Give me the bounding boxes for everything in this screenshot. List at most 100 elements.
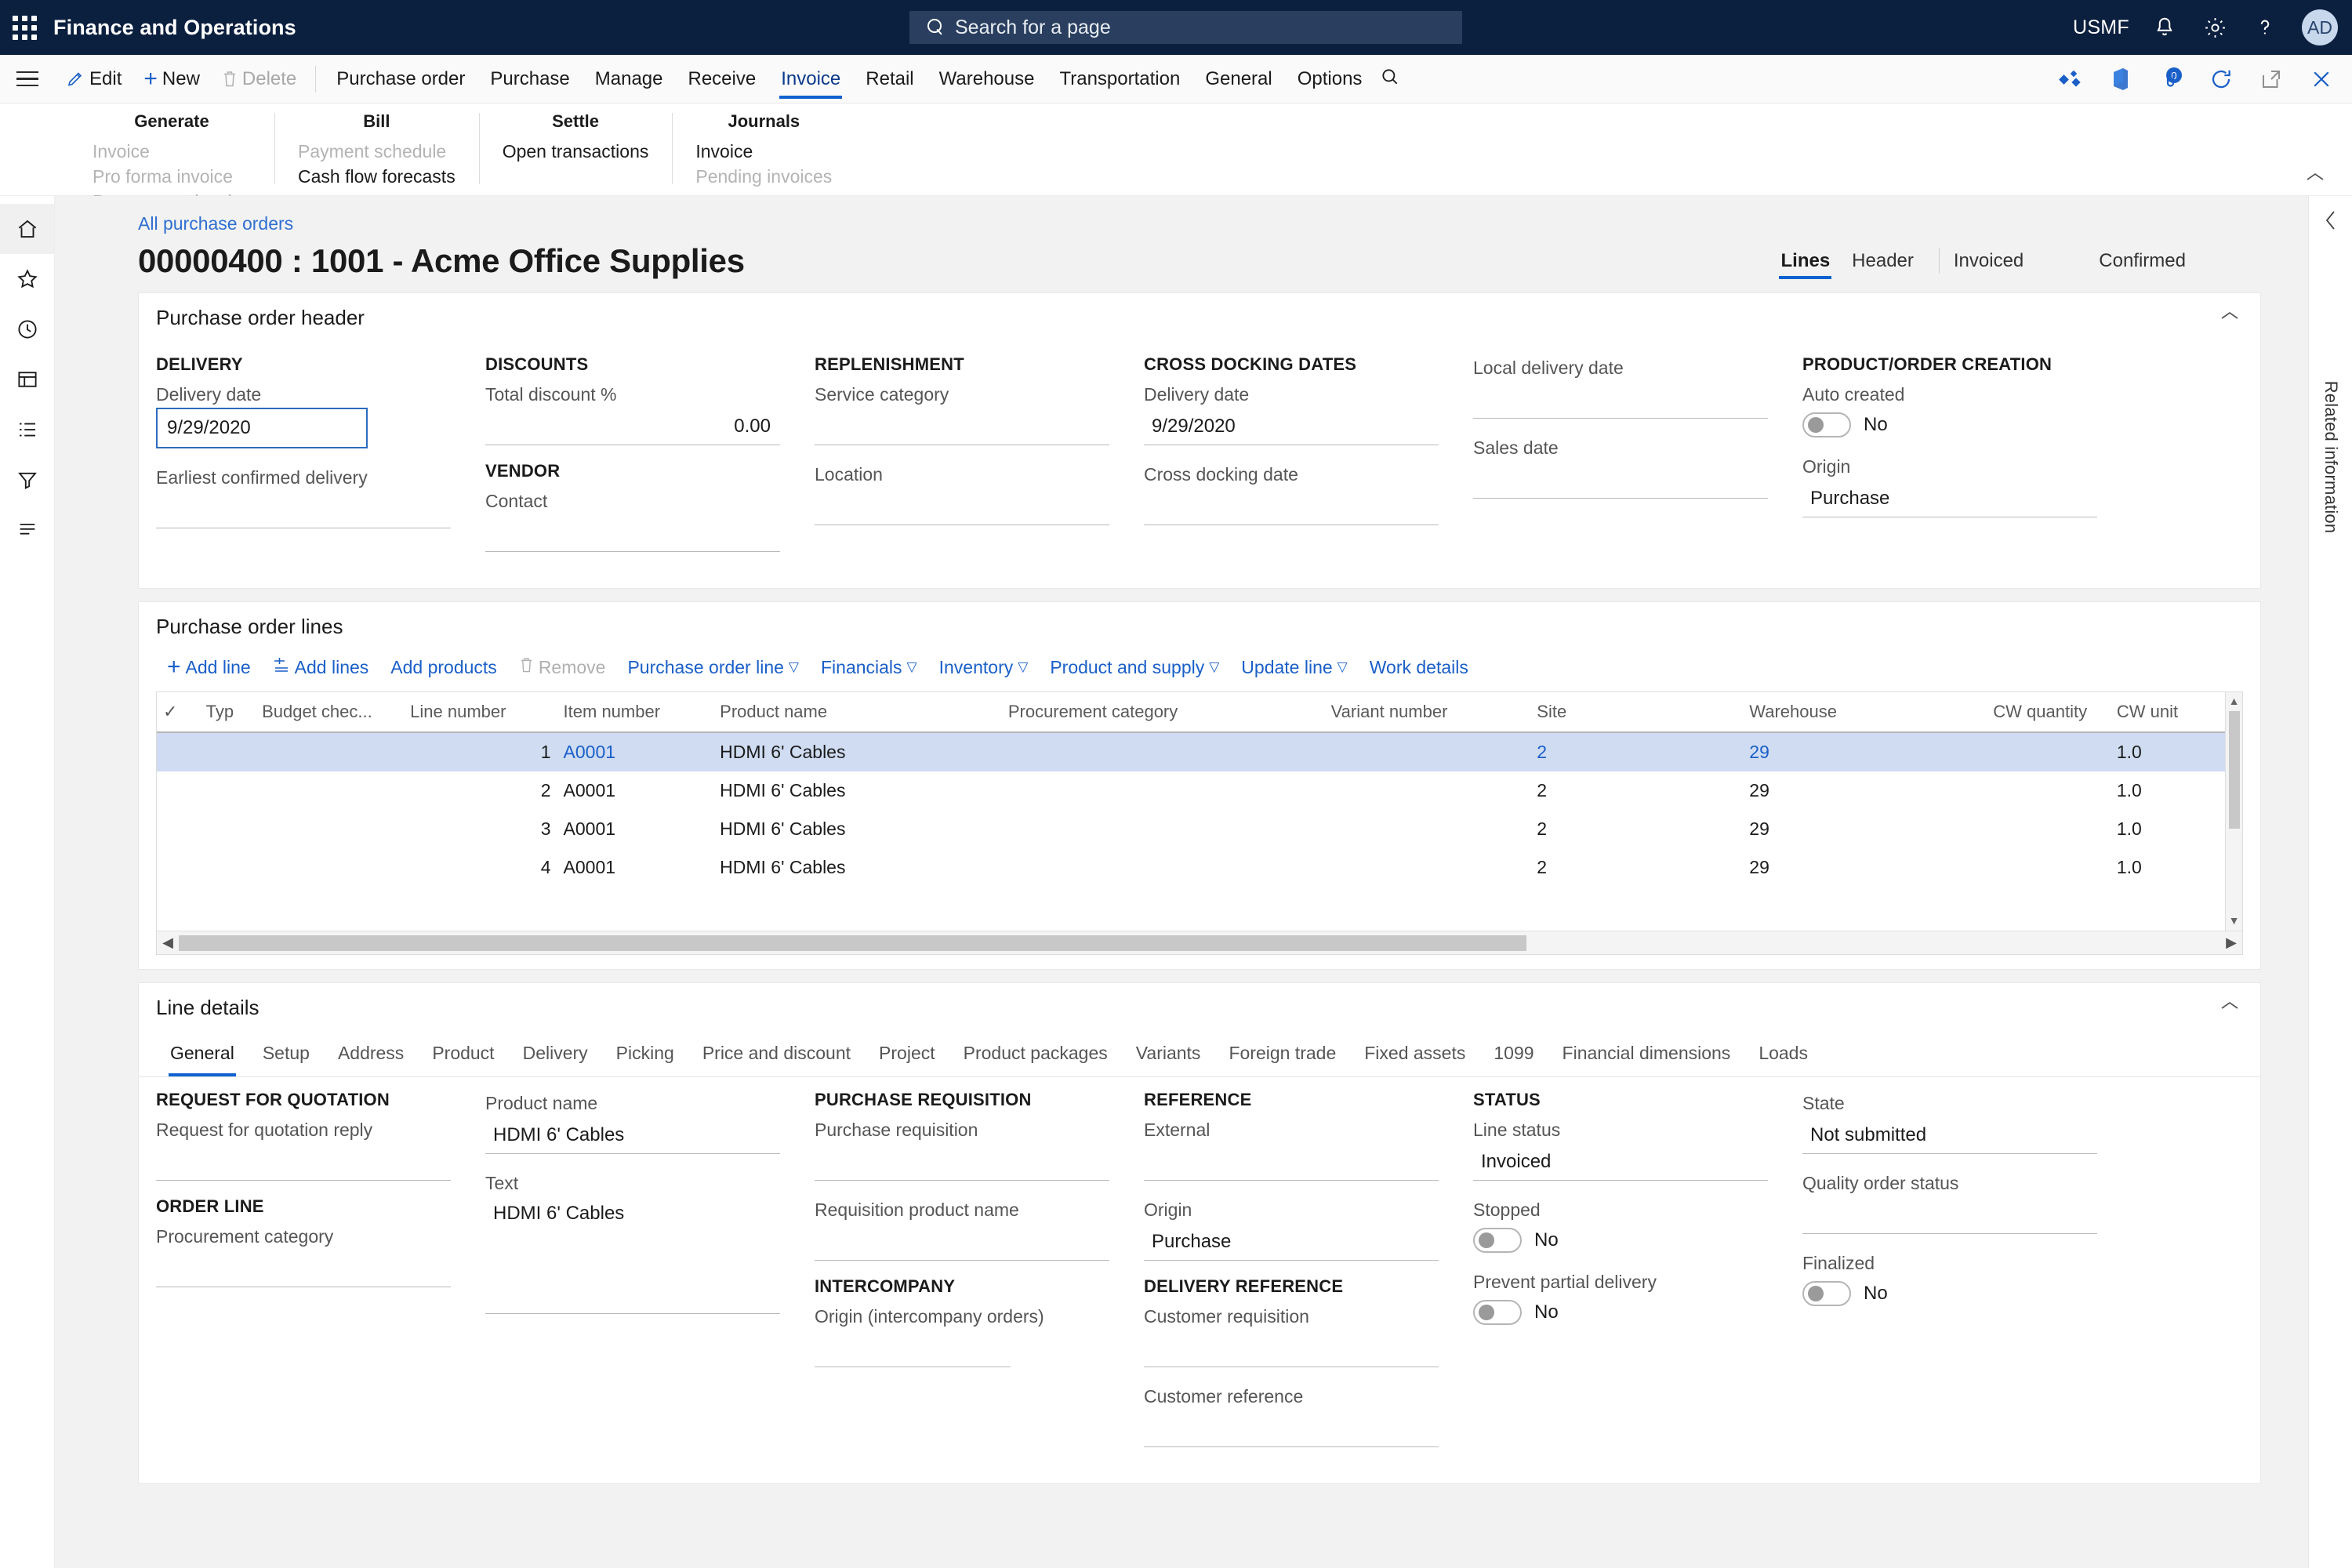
tab-price-and-discount[interactable]: Price and discount	[688, 1032, 865, 1076]
col-budget-check[interactable]: Budget chec...	[256, 692, 405, 733]
scroll-down-icon[interactable]: ▼	[2226, 912, 2242, 929]
refresh-icon[interactable]	[2206, 64, 2236, 94]
sidebar-item-modules[interactable]	[0, 405, 54, 455]
card-header[interactable]: Line details	[139, 983, 2260, 1032]
gear-icon[interactable]	[2200, 13, 2230, 42]
col-cw-unit[interactable]: CW unit	[2110, 692, 2242, 733]
cell-warehouse[interactable]: 29	[1743, 810, 1987, 848]
inventory-menu[interactable]: Inventory ▽	[928, 652, 1040, 683]
row-selector[interactable]	[157, 732, 200, 771]
cell-warehouse[interactable]: 29	[1743, 732, 1987, 771]
avatar[interactable]: AD	[2302, 9, 2338, 45]
tab-lines[interactable]: Lines	[1769, 250, 1841, 279]
breadcrumb[interactable]: All purchase orders	[138, 213, 293, 234]
tab-financial-dimensions[interactable]: Financial dimensions	[1548, 1032, 1745, 1076]
local-delivery-date-input[interactable]	[1473, 381, 1768, 419]
grid-horizontal-scrollbar[interactable]: ◀ ▶	[157, 931, 2242, 954]
tab-product[interactable]: Product	[418, 1032, 508, 1076]
row-selector[interactable]	[157, 771, 200, 810]
product-and-supply-menu[interactable]: Product and supply ▽	[1039, 652, 1230, 683]
tab-setup[interactable]: Setup	[249, 1032, 324, 1076]
tab-purchase-order[interactable]: Purchase order	[324, 55, 477, 103]
cell-warehouse[interactable]: 29	[1743, 848, 1987, 887]
origin-input[interactable]: Purchase	[1802, 480, 2097, 517]
col-cw-quantity[interactable]: CW quantity	[1987, 692, 2111, 733]
cell-site[interactable]: 2	[1530, 732, 1744, 771]
state-input[interactable]: Not submitted	[1802, 1116, 2097, 1154]
request-for-quotation-reply-input[interactable]	[156, 1143, 451, 1181]
table-row[interactable]: 1 A0001 HDMI 6' Cables 2 29 1.0	[157, 732, 2242, 771]
sidebar-item-favorites[interactable]	[0, 254, 54, 304]
new-button[interactable]: + New	[132, 55, 211, 103]
app-launcher-icon[interactable]	[0, 15, 49, 40]
bell-icon[interactable]	[2150, 13, 2180, 42]
sidebar-item-list[interactable]	[0, 505, 54, 555]
customer-reference-input[interactable]	[1144, 1410, 1439, 1447]
auto-created-toggle[interactable]	[1802, 412, 1851, 437]
cell-site[interactable]: 2	[1530, 848, 1743, 887]
cell-item-number[interactable]: A0001	[557, 732, 714, 771]
tab-general[interactable]: General	[156, 1032, 249, 1076]
card-header[interactable]: Purchase order lines	[139, 602, 2260, 651]
financials-menu[interactable]: Financials ▽	[810, 652, 928, 683]
table-row[interactable]: 3 A0001 HDMI 6' Cables 2 29 1.0	[157, 810, 2242, 848]
add-line-button[interactable]: + Add line	[156, 651, 262, 684]
tab-loads[interactable]: Loads	[1744, 1032, 1822, 1076]
table-row[interactable]: 2 A0001 HDMI 6' Cables 2 29 1.0	[157, 771, 2242, 810]
col-procurement-category[interactable]: Procurement category	[1001, 692, 1325, 733]
origin-input[interactable]: Purchase	[1144, 1223, 1439, 1261]
product-name-input[interactable]: HDMI 6' Cables	[485, 1116, 780, 1154]
service-category-input[interactable]	[815, 408, 1109, 445]
edit-button[interactable]: Edit	[55, 55, 132, 103]
customer-requisition-input[interactable]	[1144, 1330, 1439, 1367]
cell-item-number[interactable]: A0001	[557, 771, 714, 810]
sidebar-item-home[interactable]	[0, 204, 54, 254]
scroll-up-icon[interactable]: ▲	[2226, 692, 2242, 710]
office-icon[interactable]	[2106, 64, 2136, 94]
tab-header[interactable]: Header	[1841, 250, 1925, 272]
row-selector[interactable]	[157, 810, 200, 848]
tab-manage[interactable]: Manage	[583, 55, 676, 103]
external-input[interactable]	[1144, 1143, 1439, 1181]
cell-item-number[interactable]: A0001	[557, 810, 714, 848]
quality-order-status-input[interactable]	[1802, 1196, 2097, 1234]
add-lines-button[interactable]: Add lines	[262, 652, 380, 683]
tab-general[interactable]: General	[1192, 55, 1284, 103]
company-selector[interactable]: USMF	[2073, 16, 2129, 39]
col-site[interactable]: Site	[1530, 692, 1744, 733]
earliest-confirmed-delivery-input[interactable]	[156, 491, 451, 528]
close-icon[interactable]	[2307, 64, 2336, 94]
tab-address[interactable]: Address	[324, 1032, 418, 1076]
scrollbar-thumb[interactable]	[2229, 711, 2240, 829]
tab-fixed-assets[interactable]: Fixed assets	[1350, 1032, 1479, 1076]
scroll-left-icon[interactable]: ◀	[157, 935, 179, 951]
search-input[interactable]: Search for a page	[909, 11, 1462, 44]
grid-vertical-scrollbar[interactable]: ▲ ▼	[2225, 692, 2242, 954]
table-row[interactable]: 4 A0001 HDMI 6' Cables 2 29 1.0	[157, 848, 2242, 887]
scrollbar-thumb[interactable]	[179, 935, 1526, 951]
cross-docking-delivery-date-input[interactable]: 9/29/2020	[1144, 408, 1439, 445]
tab-invoice[interactable]: Invoice	[768, 55, 853, 103]
finalized-toggle[interactable]	[1802, 1281, 1851, 1306]
scrollbar-track[interactable]	[179, 931, 2220, 954]
delivery-date-input[interactable]: 9/29/2020	[156, 408, 368, 448]
text-textarea[interactable]: HDMI 6' Cables	[485, 1196, 780, 1314]
sidebar-item-recent[interactable]	[0, 304, 54, 354]
col-product-name[interactable]: Product name	[713, 692, 1002, 733]
chevron-up-icon[interactable]	[2220, 310, 2240, 326]
cell-warehouse[interactable]: 29	[1743, 771, 1987, 810]
tab-options[interactable]: Options	[1285, 55, 1375, 103]
tab-warehouse[interactable]: Warehouse	[927, 55, 1047, 103]
contact-input[interactable]	[485, 514, 780, 552]
chevron-up-icon[interactable]	[2305, 171, 2325, 187]
requisition-product-name-input[interactable]	[815, 1223, 1109, 1261]
stopped-toggle[interactable]	[1473, 1228, 1522, 1253]
update-line-menu[interactable]: Update line ▽	[1230, 652, 1358, 683]
power-bi-icon[interactable]	[2056, 64, 2085, 94]
ribbon-item-cash-flow-forecasts[interactable]: Cash flow forecasts	[298, 164, 456, 189]
col-variant-number[interactable]: Variant number	[1324, 692, 1531, 733]
cell-site[interactable]: 2	[1530, 771, 1743, 810]
tab-foreign-trade[interactable]: Foreign trade	[1214, 1032, 1350, 1076]
tab-product-packages[interactable]: Product packages	[949, 1032, 1122, 1076]
ribbon-item-open-transactions[interactable]: Open transactions	[503, 139, 649, 164]
